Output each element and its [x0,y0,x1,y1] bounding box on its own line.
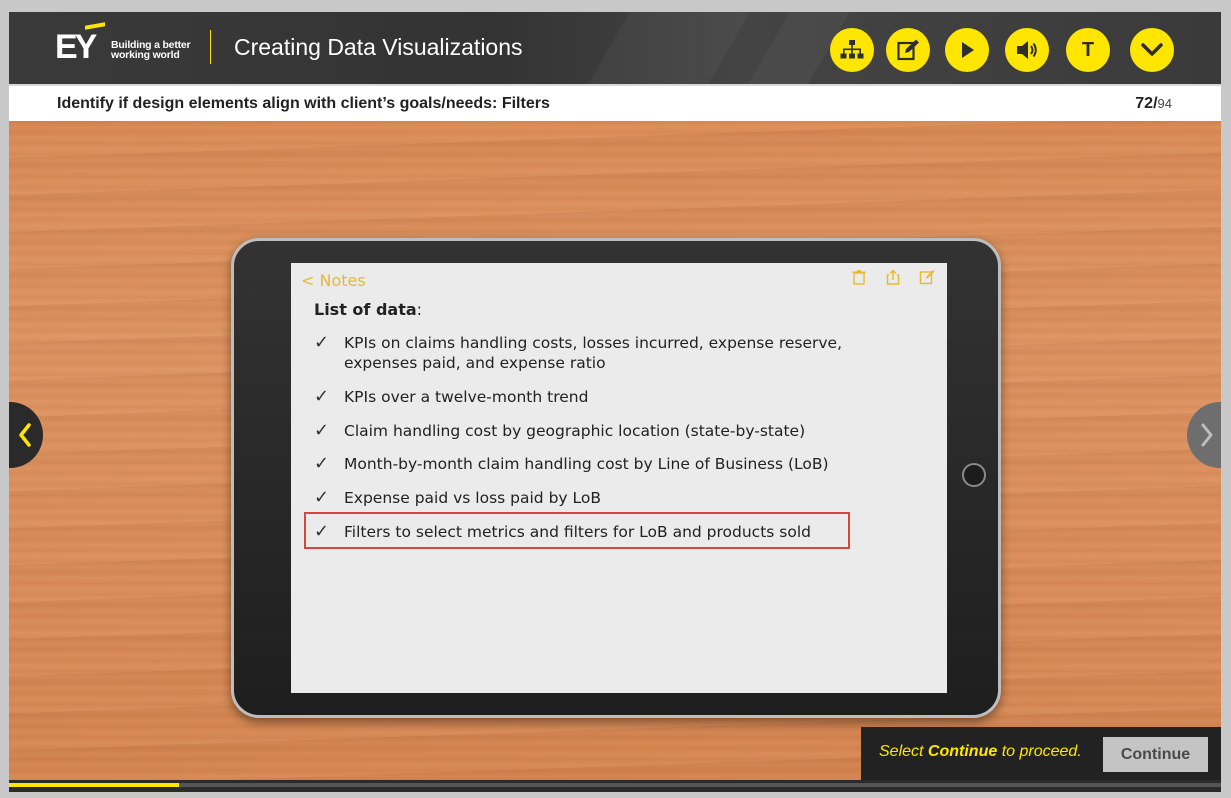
list-item: ✓ Claim handling cost by geographic loca… [314,421,854,441]
list-item: ✓ Month-by-month claim handling cost by … [314,454,854,474]
notes-back-link: < Notes [301,271,366,290]
header-divider [210,30,211,64]
slide-title: Identify if design elements align with c… [57,95,550,112]
list-item-text: Claim handling cost by geographic locati… [344,422,806,440]
list-item: ✓ KPIs on claims handling costs, losses … [314,333,854,373]
audio-button[interactable] [1005,28,1049,72]
list-item-text: Expense paid vs loss paid by LoB [344,489,601,507]
slide-content: < Notes List of data: ✓ KPIs on claims h… [9,121,1221,780]
notes-heading-colon: : [416,300,423,319]
play-icon [962,42,974,58]
chevron-down-icon [1141,43,1163,56]
menu-button[interactable] [1130,28,1174,72]
notes-heading: List of data: [314,300,422,319]
checkmark-icon: ✓ [314,420,330,441]
ey-logo-text: EY [55,28,97,66]
chevron-left-icon [19,423,31,447]
course-title: Creating Data Visualizations [234,34,523,60]
checkmark-icon: ✓ [314,521,330,542]
tablet-screen: < Notes List of data: ✓ KPIs on claims h… [291,263,947,693]
trash-icon [852,270,866,285]
header-bar: EY Building a better working world Creat… [9,12,1221,84]
list-item-text: KPIs on claims handling costs, losses in… [344,334,843,372]
list-item: ✓ KPIs over a twelve-month trend [314,387,854,407]
edit-note-icon [897,39,919,61]
list-item: ✓ Expense paid vs loss paid by LoB [314,488,854,508]
continue-panel: Select Continue to proceed. Continue [861,727,1221,780]
ey-logo-beam [85,22,105,30]
ey-logo-mark: EY [55,22,109,66]
play-button[interactable] [945,28,989,72]
proceed-instruction: Select Continue to proceed. [879,743,1082,761]
next-slide-button[interactable] [1187,402,1221,468]
t-letter-icon: T [1081,38,1095,61]
page-current: 72 [1135,95,1154,112]
checkmark-icon: ✓ [314,487,330,508]
list-item-text: Filters to select metrics and filters fo… [344,523,811,541]
transcript-button[interactable]: T [1066,28,1110,72]
checkmark-icon: ✓ [314,332,330,353]
compose-icon [919,270,935,285]
tablet-home-button [962,463,986,487]
ey-tagline: Building a better working world [111,40,191,61]
checkmark-icon: ✓ [314,453,330,474]
slide-title-bar: Identify if design elements align with c… [9,84,1221,121]
app-frame: EY Building a better working world Creat… [9,12,1221,792]
list-item-highlighted: ✓ Filters to select metrics and filters … [314,522,854,542]
sitemap-icon [840,40,864,59]
continue-button[interactable]: Continue [1103,737,1208,772]
speaker-icon [1017,41,1037,59]
notes-heading-text: List of data [314,300,417,319]
proceed-prefix: Select [879,743,928,760]
share-icon [886,269,900,285]
page-total: 94 [1157,96,1172,111]
notes-button[interactable] [886,28,930,72]
tagline-line-2: working world [111,49,180,61]
list-item-text: KPIs over a twelve-month trend [344,388,589,406]
progress-fill [9,783,179,787]
header-decoration [588,12,750,84]
previous-slide-button[interactable] [9,402,43,468]
chevron-right-icon [1201,423,1213,447]
ey-logo: EY Building a better working world [55,22,191,66]
sitemap-button[interactable] [830,28,874,72]
proceed-suffix: to proceed. [997,743,1082,760]
page-counter: 72/94 [1135,95,1172,113]
proceed-bold: Continue [927,743,998,760]
tablet-device: < Notes List of data: ✓ KPIs on claims h… [231,238,1001,718]
progress-bar [9,783,1221,787]
checkmark-icon: ✓ [314,386,330,407]
list-item-text: Month-by-month claim handling cost by Li… [344,455,829,473]
